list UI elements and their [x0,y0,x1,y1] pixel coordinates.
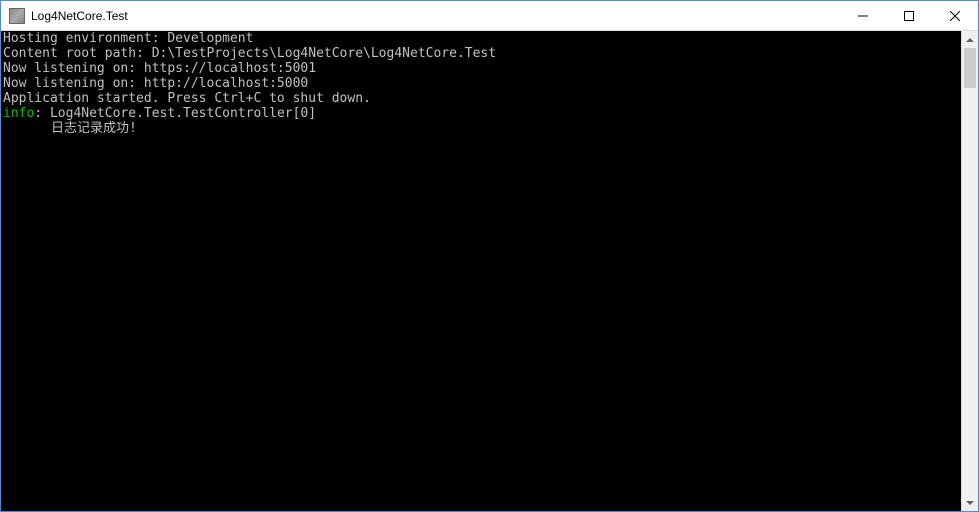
window-titlebar[interactable]: Log4NetCore.Test [1,1,978,31]
scroll-up-arrow[interactable] [962,31,978,48]
minimize-button[interactable] [840,1,886,30]
content-area: Hosting environment: DevelopmentContent … [1,31,978,511]
chevron-down-icon [966,501,974,505]
console-line: 日志记录成功! [3,122,959,137]
close-icon [950,11,960,21]
window-controls [840,1,978,30]
maximize-button[interactable] [886,1,932,30]
console-line: Application started. Press Ctrl+C to shu… [3,92,959,107]
app-icon [9,8,25,24]
log-category: : Log4NetCore.Test.TestController[0] [34,106,316,121]
maximize-icon [904,11,914,21]
minimize-icon [858,11,868,21]
console-line: Hosting environment: Development [3,32,959,47]
vertical-scrollbar[interactable] [961,31,978,511]
console-line: Now listening on: https://localhost:5001 [3,62,959,77]
console-line: Now listening on: http://localhost:5000 [3,77,959,92]
window-title: Log4NetCore.Test [31,9,840,23]
console-line: info: Log4NetCore.Test.TestController[0] [3,107,959,122]
scroll-down-arrow[interactable] [962,494,978,511]
console-output[interactable]: Hosting environment: DevelopmentContent … [1,31,961,511]
scroll-thumb[interactable] [964,48,976,88]
log-level-info: info [3,106,34,121]
scroll-track[interactable] [962,48,978,494]
close-button[interactable] [932,1,978,30]
console-line: Content root path: D:\TestProjects\Log4N… [3,47,959,62]
chevron-up-icon [966,38,974,42]
log-message: 日志记录成功! [3,122,137,137]
